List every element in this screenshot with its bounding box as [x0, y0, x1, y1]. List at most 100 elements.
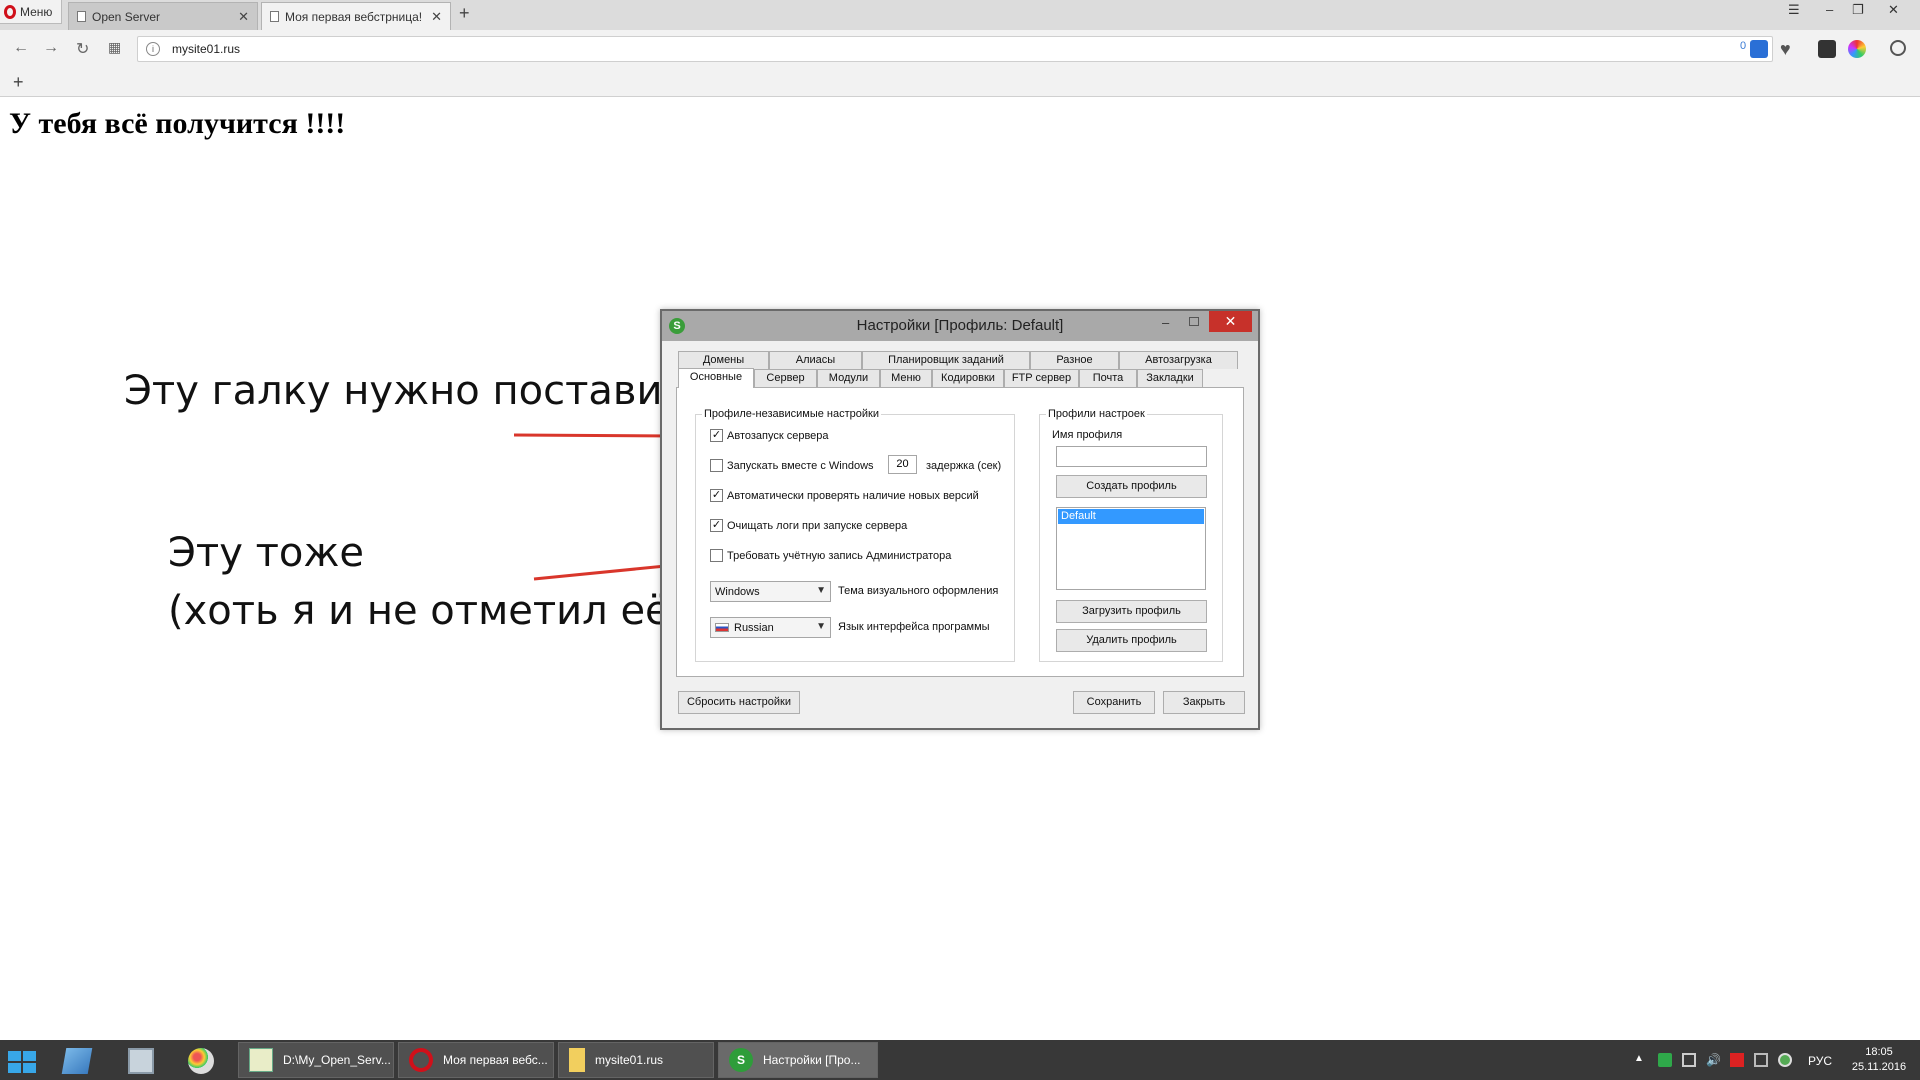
- page-title: У тебя всё получится !!!!: [9, 107, 346, 140]
- tab-modules[interactable]: Модули: [817, 369, 880, 387]
- russian-flag-icon: [715, 623, 729, 632]
- clock-time: 18:05: [1865, 1046, 1893, 1058]
- tab-panel-main: Профиле-независимые настройки ✓ Автозапу…: [676, 387, 1244, 677]
- tab-encodings[interactable]: Кодировки: [932, 369, 1004, 387]
- dialog-title-bar[interactable]: S Настройки [Профиль: Default] – ✕: [662, 311, 1258, 341]
- checkbox-label: Автоматически проверять наличие новых ве…: [727, 489, 979, 502]
- save-button[interactable]: Сохранить: [1073, 691, 1155, 714]
- tab-menu[interactable]: Меню: [880, 369, 932, 387]
- tray-flag-icon[interactable]: [1658, 1053, 1672, 1067]
- taskbar-item-opera[interactable]: Моя первая вебс...: [398, 1042, 554, 1078]
- list-item[interactable]: Default: [1058, 509, 1204, 524]
- group-label: Профиле-независимые настройки: [702, 408, 881, 420]
- tab-server[interactable]: Сервер: [754, 369, 817, 387]
- tray-keyboard-icon[interactable]: [1754, 1053, 1768, 1067]
- checkbox[interactable]: [710, 459, 723, 472]
- tab-ftp-server[interactable]: FTP сервер: [1004, 369, 1079, 387]
- speed-dial-grid-icon[interactable]: ▦: [108, 39, 121, 56]
- pocket-icon[interactable]: [1818, 40, 1836, 58]
- restore-window-icon[interactable]: ❐: [1852, 2, 1864, 18]
- tab-main[interactable]: Основные: [678, 368, 754, 388]
- check-start-with-windows[interactable]: Запускать вместе с Windows: [710, 459, 874, 472]
- close-button[interactable]: Закрыть: [1163, 691, 1245, 714]
- checkbox[interactable]: ✓: [710, 519, 723, 532]
- heart-icon[interactable]: ♥: [1780, 40, 1798, 58]
- dialog-minimize-icon[interactable]: –: [1162, 315, 1169, 330]
- check-autostart-server[interactable]: ✓ Автозапуск сервера: [710, 429, 829, 442]
- theme-select[interactable]: Windows ▼: [710, 581, 831, 602]
- check-clear-logs[interactable]: ✓ Очищать логи при запуске сервера: [710, 519, 907, 532]
- taskbar-item-folder[interactable]: mysite01.rus: [558, 1042, 714, 1078]
- theme-label: Тема визуального оформления: [838, 585, 999, 597]
- add-bookmark-button[interactable]: +: [13, 72, 24, 93]
- checkbox[interactable]: ✓: [710, 429, 723, 442]
- back-arrow-icon[interactable]: ←: [13, 39, 29, 57]
- tab-title: Open Server: [92, 9, 161, 24]
- tab-misc[interactable]: Разное: [1030, 351, 1119, 369]
- reset-settings-button[interactable]: Сбросить настройки: [678, 691, 800, 714]
- explorer-pin-icon[interactable]: [61, 1048, 93, 1074]
- taskbar-item-open-server-folder[interactable]: D:\My_Open_Serv...: [238, 1042, 394, 1078]
- create-profile-button[interactable]: Создать профиль: [1056, 475, 1207, 498]
- browser-tab-strip: Меню Open Server ✕ Моя первая вебстрница…: [0, 0, 1920, 30]
- dialog-close-icon[interactable]: ✕: [1209, 311, 1252, 332]
- check-auto-update[interactable]: ✓ Автоматически проверять наличие новых …: [710, 489, 979, 502]
- windows-start-icon[interactable]: [8, 1051, 36, 1073]
- site-info-icon[interactable]: i: [146, 42, 160, 56]
- profile-name-label: Имя профиля: [1052, 429, 1123, 441]
- taskbar-item-label: mysite01.rus: [595, 1053, 664, 1067]
- annotation-this-too: Эту тоже: [168, 530, 365, 576]
- checkbox-label: Запускать вместе с Windows: [727, 459, 874, 472]
- tray-volume-icon[interactable]: 🔊: [1706, 1053, 1721, 1067]
- adblock-counter: 0: [1740, 40, 1747, 52]
- tab-open-server[interactable]: Open Server ✕: [68, 2, 258, 30]
- close-window-icon[interactable]: ✕: [1888, 2, 1899, 18]
- reload-icon[interactable]: ↻: [76, 39, 89, 59]
- profile-name-input[interactable]: [1056, 446, 1207, 467]
- close-tab-icon[interactable]: ✕: [431, 9, 442, 25]
- tray-update-icon[interactable]: [1778, 1053, 1792, 1067]
- minimize-window-icon[interactable]: –: [1826, 2, 1833, 17]
- chart-file-icon: [249, 1048, 273, 1072]
- language-select[interactable]: Russian ▼: [710, 617, 831, 638]
- color-wheel-icon[interactable]: [1848, 40, 1866, 58]
- taskbar-clock[interactable]: 18:05 25.11.2016: [1848, 1045, 1910, 1075]
- tab-autoload[interactable]: Автозагрузка: [1119, 351, 1238, 369]
- dialog-maximize-icon[interactable]: [1189, 317, 1199, 326]
- profiles-list[interactable]: Default: [1056, 507, 1206, 590]
- taskbar-item-label: Настройки [Про...: [763, 1053, 861, 1067]
- tab-aliases[interactable]: Алиасы: [769, 351, 862, 369]
- check-require-admin[interactable]: Требовать учётную запись Администратора: [710, 549, 951, 562]
- address-field[interactable]: i mysite01.rus: [137, 36, 1773, 62]
- page-icon: [77, 11, 86, 22]
- tab-domains[interactable]: Домены: [678, 351, 769, 369]
- tab-my-first-page[interactable]: Моя первая вебстрница! ✕: [261, 2, 451, 30]
- tab-bookmarks[interactable]: Закладки: [1137, 369, 1203, 387]
- checkbox[interactable]: [710, 549, 723, 562]
- download-icon[interactable]: [1890, 40, 1906, 56]
- tab-mail[interactable]: Почта: [1079, 369, 1137, 387]
- close-tab-icon[interactable]: ✕: [238, 9, 249, 25]
- tray-expand-icon[interactable]: ▲: [1634, 1053, 1648, 1067]
- opera-menu-label: Меню: [20, 4, 53, 19]
- adblock-shield-icon[interactable]: [1750, 40, 1768, 58]
- opera-menu-button[interactable]: Меню: [0, 0, 62, 24]
- tab-scheduler[interactable]: Планировщик заданий: [862, 351, 1030, 369]
- chevron-down-icon: ▼: [816, 585, 826, 596]
- load-profile-button[interactable]: Загрузить профиль: [1056, 600, 1207, 623]
- delay-seconds-input[interactable]: 20: [888, 455, 917, 474]
- keyboard-language[interactable]: РУС: [1808, 1054, 1832, 1068]
- calculator-pin-icon[interactable]: [128, 1048, 154, 1074]
- new-tab-button[interactable]: +: [459, 3, 470, 24]
- language-label: Язык интерфейса программы: [838, 621, 990, 633]
- tab-menu-icon[interactable]: ☰: [1788, 2, 1800, 18]
- checkbox-label: Автозапуск сервера: [727, 429, 829, 442]
- delete-profile-button[interactable]: Удалить профиль: [1056, 629, 1207, 652]
- paint-pin-icon[interactable]: [188, 1048, 214, 1074]
- forward-arrow-icon[interactable]: →: [43, 39, 59, 57]
- opera-logo-icon: [4, 4, 16, 19]
- checkbox[interactable]: ✓: [710, 489, 723, 502]
- tray-network-icon[interactable]: [1682, 1053, 1696, 1067]
- taskbar-item-settings[interactable]: S Настройки [Про...: [718, 1042, 878, 1078]
- tray-antivirus-icon[interactable]: [1730, 1053, 1744, 1067]
